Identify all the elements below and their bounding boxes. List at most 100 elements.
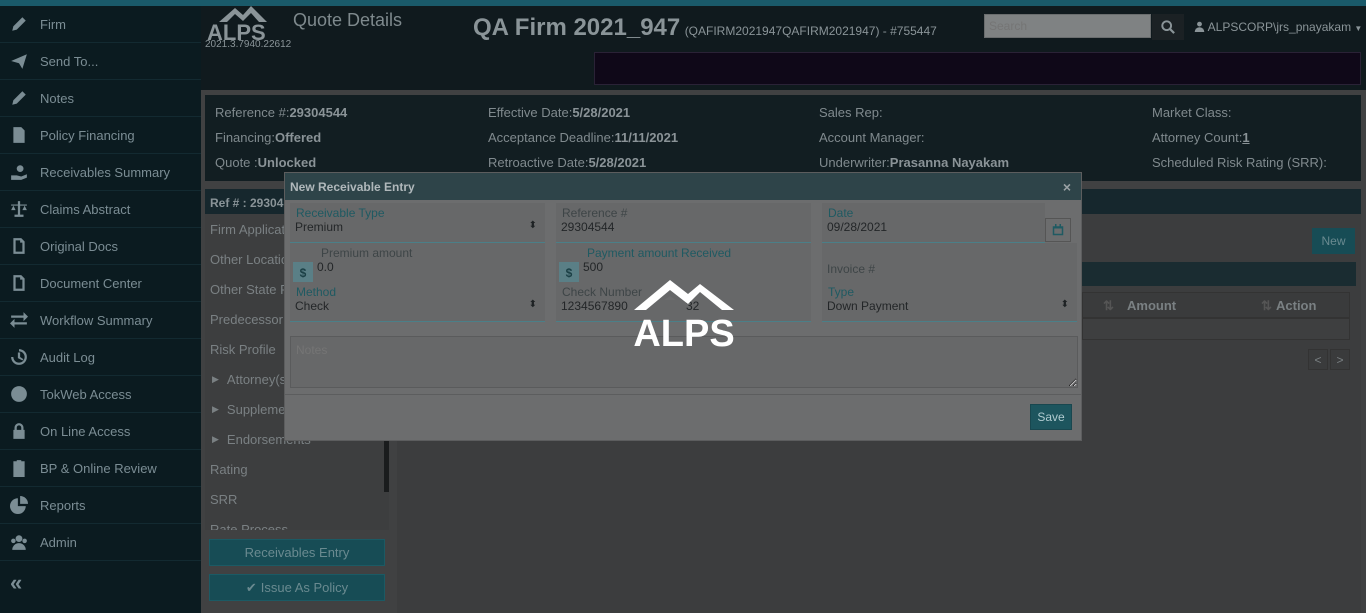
sidebar-item-document-center[interactable]: Document Center [0,265,201,302]
column-header-amount[interactable]: Amount [1127,298,1176,313]
calendar-icon [1052,224,1064,236]
sidebar-item-label: Audit Log [40,349,95,365]
sidebar-item-label: Admin [40,534,77,550]
receivables-table-header: ⇅ Amount ⇅ Action [1082,292,1350,318]
acceptance-deadline-info: Acceptance Deadline:11/11/2021 [488,130,679,145]
sidebar-item-original-docs[interactable]: Original Docs [0,228,201,265]
prev-page-button[interactable]: < [1308,349,1328,370]
firm-name: QA Firm 2021_947 [473,14,681,41]
sidebar-item-bp-online-review[interactable]: BP & Online Review [0,450,201,487]
sidebar-item-label: Receivables Summary [40,164,171,180]
caret-down-icon: ▼ [1354,24,1363,33]
sidebar-item-send-to[interactable]: Send To... [0,43,201,80]
sidebar-item-label: Notes [40,90,74,106]
sales-rep-info: Sales Rep: [819,105,883,120]
section-srr[interactable]: SRR [205,484,389,514]
column-divider: ⇅ [1261,298,1272,313]
save-button[interactable]: Save [1030,404,1072,430]
file-icon [13,275,25,291]
column-divider: ⇅ [1103,298,1114,313]
sidebar-item-admin[interactable]: Admin [0,524,201,561]
new-button[interactable]: New [1312,228,1355,254]
issue-as-policy-button[interactable]: ✔ Issue As Policy [209,574,385,601]
receivables-entry-button[interactable]: Receivables Entry [209,539,385,566]
next-page-button[interactable]: > [1330,349,1350,370]
section-rate-process[interactable]: Rate Process [205,514,389,531]
account-manager-info: Account Manager: [819,130,925,145]
column-header-action: Action [1276,298,1317,313]
sidebar-item-label: Document Center [40,275,142,291]
document-icon [13,127,25,143]
pie-chart-icon [10,496,28,514]
sidebar-item-label: Policy Financing [40,127,135,143]
sidebar-item-label: Workflow Summary [40,312,153,328]
modal-header: New Receivable Entry × [285,173,1081,200]
check-icon: ✔ [245,579,257,595]
field-label: Date [828,206,854,220]
firm-title: QA Firm 2021_947 (QAFIRM2021947QAFIRM202… [473,14,937,42]
notification-bar [594,52,1361,85]
field-label: Method [296,285,337,299]
sidebar-item-notes[interactable]: Notes [0,80,201,117]
table-row [1082,318,1350,340]
sidebar-item-audit-log[interactable]: Audit Log [0,339,201,376]
sidebar-item-online-access[interactable]: On Line Access [0,413,201,450]
sort-arrows-icon: ⬍ [528,220,537,231]
field-value: 0.0 [317,260,334,274]
sidebar-item-policy-financing[interactable]: Policy Financing [0,117,201,154]
search-button[interactable] [1152,14,1184,40]
user-menu[interactable]: ALPSCORP\jrs_pnayakam ▼ [1194,20,1362,34]
clipboard-icon [13,460,25,477]
header: ALPS 2021.3.7940.22612 Quote Details QA … [201,6,1366,90]
method-select[interactable]: Method Check ⬍ [290,282,545,322]
sidebar-item-label: Original Docs [40,238,119,254]
sidebar-item-label: BP & Online Review [40,460,157,476]
hand-money-icon [11,165,27,180]
reference-info: Reference #:29304544 [215,105,348,120]
invoice-number-field[interactable]: Invoice # [822,243,1077,283]
sidebar-item-receivables-summary[interactable]: Receivables Summary [0,154,201,191]
type-select[interactable]: Type Down Payment ⬍ [822,282,1077,322]
attorney-count-link[interactable]: 1 [1242,130,1249,145]
sidebar-item-label: Claims Abstract [40,201,131,217]
caret-right-icon: ▶ [212,433,219,444]
globe-icon [11,386,27,402]
calendar-button[interactable] [1045,218,1071,242]
premium-amount-field[interactable]: $ Premium amount 0.0 [290,243,545,283]
history-icon [11,349,27,365]
attorney-count-info: Attorney Count:1 [1152,130,1250,145]
sidebar-item-label: On Line Access [40,423,131,439]
field-value: 09/28/2021 [827,220,888,234]
financing-info: Financing:Offered [215,130,322,145]
sidebar-item-reports[interactable]: Reports [0,487,201,524]
collapse-sidebar-icon[interactable]: « [0,561,201,605]
date-field[interactable]: Date 09/28/2021 [822,203,1045,243]
section-rating[interactable]: Rating [205,454,389,484]
srr-info: Scheduled Risk Rating (SRR): [1152,155,1327,170]
search-input[interactable] [984,14,1151,38]
version-label: 2021.3.7940.22612 [205,39,292,50]
exchange-icon [10,312,28,328]
sidebar-item-claims-abstract[interactable]: Claims Abstract [0,191,201,228]
close-icon[interactable]: × [1063,179,1071,195]
pencil-icon [12,91,26,105]
modal-divider [285,394,1081,395]
reference-number-field[interactable]: Reference # 29304544 [556,203,811,243]
file-icon [13,238,25,254]
field-label: Premium amount [321,246,413,260]
sidebar-item-tokweb-access[interactable]: TokWeb Access [0,376,201,413]
sidebar-item-label: Firm [40,16,66,32]
search-icon [1161,20,1175,34]
user-name: ALPSCORP\jrs_pnayakam [1207,20,1352,34]
field-value: Down Payment [827,299,909,313]
dollar-icon: $ [293,262,313,283]
sidebar-item-firm[interactable]: Firm [0,6,201,43]
modal-title: New Receivable Entry [290,180,415,194]
field-value: 500 [583,260,604,274]
sidebar-item-workflow-summary[interactable]: Workflow Summary [0,302,201,339]
payment-amount-field[interactable]: $ Payment amount Received 500 [556,243,811,283]
table-title-bar [1082,262,1356,286]
paper-plane-icon [11,54,27,69]
receivable-type-select[interactable]: Receivable Type Premium ⬍ [290,203,545,243]
alps-logo-overlay: ALPS [633,280,735,350]
